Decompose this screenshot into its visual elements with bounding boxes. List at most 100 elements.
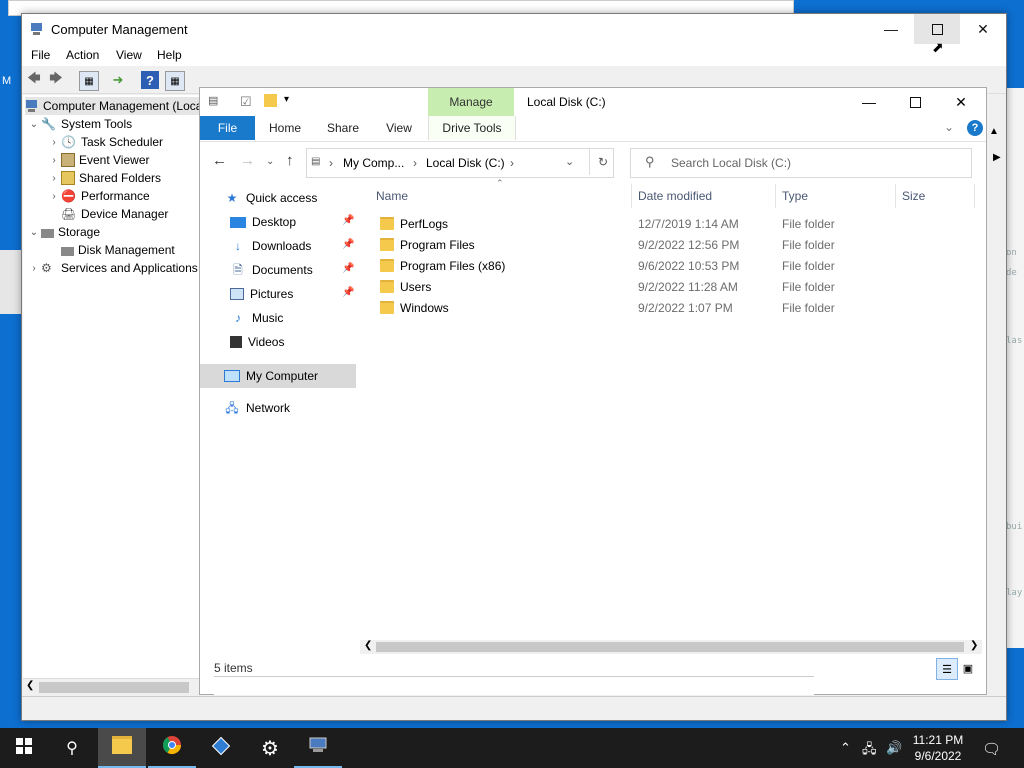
file-row[interactable]: Windows 9/2/2022 1:07 PM File folder — [372, 298, 932, 319]
column-date-modified[interactable]: Date modified — [631, 184, 775, 208]
nav-item-videos[interactable]: Videos — [230, 330, 358, 354]
title-bar[interactable]: Computer Management — ✕ — [22, 14, 1006, 44]
menu-action[interactable]: Action — [66, 48, 99, 62]
chevron-right-icon[interactable]: › — [47, 137, 61, 148]
tree-item-shared-folders[interactable]: › Shared Folders — [47, 169, 161, 187]
forward-arrow-icon[interactable]: → — [240, 152, 255, 169]
show-hide-tree-button[interactable]: ▦ — [79, 71, 99, 91]
chevron-right-icon[interactable]: › — [47, 191, 61, 202]
tree-horizontal-scrollbar[interactable]: ❮ ❯ — [23, 678, 211, 696]
export-list-button[interactable]: ➜ — [109, 71, 127, 89]
chevron-down-icon[interactable]: ⌄ — [27, 227, 41, 238]
help-icon[interactable]: ? — [967, 120, 983, 136]
chevron-up-icon[interactable]: ⌃ — [840, 740, 851, 756]
tree-item-storage[interactable]: ⌄ Storage — [27, 223, 100, 241]
pin-icon[interactable]: 📌 — [342, 287, 354, 298]
scroll-up-icon[interactable]: ▲ — [989, 126, 999, 137]
nav-item-quick-access[interactable]: ★ Quick access — [224, 186, 380, 210]
tree-item-device-manager[interactable]: 🖨 Device Manager — [61, 205, 168, 223]
action-pane-scrollbar[interactable]: ▲ ▶ — [985, 94, 1004, 694]
explorer-minimize-button[interactable]: — — [846, 88, 892, 116]
show-hide-action-pane-button[interactable]: ▦ — [165, 71, 185, 91]
volume-icon[interactable]: 🔊 — [886, 740, 902, 756]
scrollbar-thumb[interactable] — [376, 642, 964, 652]
chevron-down-icon[interactable]: ⌄ — [27, 119, 41, 130]
tree-item-performance[interactable]: › ⛔ Performance — [47, 187, 149, 205]
tab-home[interactable]: Home — [260, 116, 310, 140]
chevron-right-icon[interactable]: › — [47, 173, 61, 184]
menu-file[interactable]: File — [31, 48, 50, 62]
explorer-maximize-button[interactable] — [892, 88, 938, 116]
recent-locations-icon[interactable]: ⌄ — [266, 156, 274, 167]
column-size[interactable]: Size — [895, 184, 975, 208]
close-button[interactable]: ✕ — [960, 14, 1006, 44]
chrome-taskbar-button[interactable] — [148, 728, 196, 768]
nav-item-documents[interactable]: 🗎 Documents 📌 — [230, 258, 358, 282]
nav-item-my-computer[interactable]: My Computer — [200, 364, 356, 388]
scroll-left-icon[interactable]: ❮ — [26, 680, 34, 691]
back-button[interactable]: 🡄 — [25, 70, 43, 89]
column-name[interactable]: Name — [372, 184, 631, 208]
scroll-right-icon[interactable]: ▶ — [993, 152, 1001, 163]
expand-ribbon-icon[interactable]: ⌄ — [944, 120, 954, 134]
tree-item-computer-management[interactable]: Computer Management (Local — [25, 97, 201, 115]
settings-taskbar-button[interactable]: ⚙ — [246, 728, 294, 768]
properties-icon[interactable]: ☑ — [240, 94, 252, 110]
chevron-right-icon[interactable]: › — [27, 263, 41, 274]
tree-item-event-viewer[interactable]: › Event Viewer — [47, 151, 149, 169]
nav-item-pictures[interactable]: Pictures 📌 — [230, 282, 358, 306]
computer-management-taskbar-button[interactable] — [294, 728, 342, 768]
address-bar[interactable]: ▤ › My Comp... › Local Disk (C:) › ⌄ ↻ — [306, 148, 614, 178]
quick-access-dropdown-icon[interactable]: ▾ — [284, 94, 289, 105]
search-box[interactable]: ⚲ Search Local Disk (C:) — [630, 148, 972, 178]
pin-icon[interactable]: 📌 — [342, 263, 354, 274]
menu-help[interactable]: Help — [157, 48, 182, 62]
network-tray-icon[interactable]: 🖧 — [862, 740, 877, 762]
chevron-right-icon[interactable]: › — [47, 155, 61, 166]
explorer-close-button[interactable]: ✕ — [938, 88, 984, 116]
file-explorer-taskbar-button[interactable] — [98, 728, 146, 768]
notification-icon[interactable]: 🗨 — [982, 740, 1001, 758]
file-list-horizontal-scrollbar[interactable]: ❮ ❯ — [360, 640, 982, 654]
tree-item-system-tools[interactable]: ⌄ 🔧 System Tools — [27, 115, 132, 133]
start-button[interactable] — [0, 728, 48, 768]
address-dropdown-icon[interactable]: ⌄ — [565, 155, 574, 168]
search-button[interactable]: ⚲ — [48, 728, 96, 768]
clock[interactable]: 11:21 PM 9/6/2022 — [902, 732, 974, 764]
tab-file[interactable]: File — [200, 116, 255, 140]
refresh-icon[interactable]: ↻ — [589, 149, 608, 175]
up-arrow-icon[interactable]: ↑ — [286, 152, 294, 169]
explorer-title-bar[interactable]: ▤ ☑ ▾ Manage Local Disk (C:) — ✕ — [200, 88, 986, 116]
minimize-button[interactable]: — — [868, 14, 914, 44]
nav-item-network[interactable]: 🖧 Network — [224, 396, 380, 420]
file-row[interactable]: PerfLogs 12/7/2019 1:14 AM File folder — [372, 214, 932, 235]
help-button[interactable]: ? — [141, 71, 159, 89]
breadcrumb-my-computer[interactable]: My Comp... — [343, 156, 404, 170]
scroll-left-icon[interactable]: ❮ — [364, 640, 372, 651]
file-row[interactable]: Program Files (x86) 9/6/2022 10:53 PM Fi… — [372, 256, 932, 277]
details-view-button[interactable]: ☰ — [936, 658, 958, 680]
tree-item-disk-management[interactable]: Disk Management — [61, 241, 175, 259]
column-type[interactable]: Type — [775, 184, 895, 208]
tree-item-services-and-applications[interactable]: › ⚙ Services and Applications — [27, 259, 197, 277]
manage-context-tab[interactable]: Manage — [428, 88, 514, 116]
large-icons-view-button[interactable]: ▣ — [958, 658, 978, 678]
nav-item-downloads[interactable]: ↓ Downloads 📌 — [230, 234, 358, 258]
nav-item-desktop[interactable]: Desktop 📌 — [230, 210, 358, 234]
file-row[interactable]: Users 9/2/2022 11:28 AM File folder — [372, 277, 932, 298]
file-row[interactable]: Program Files 9/2/2022 12:56 PM File fol… — [372, 235, 932, 256]
breadcrumb-local-disk[interactable]: Local Disk (C:) — [426, 156, 505, 170]
new-folder-icon[interactable] — [264, 94, 277, 110]
nav-item-music[interactable]: ♪ Music — [230, 306, 358, 330]
pin-icon[interactable]: 📌 — [342, 239, 354, 250]
pin-icon[interactable]: 📌 — [342, 215, 354, 226]
tab-share[interactable]: Share — [318, 116, 368, 140]
scroll-right-icon[interactable]: ❯ — [970, 640, 978, 651]
scrollbar-thumb[interactable] — [39, 682, 189, 693]
tree-item-task-scheduler[interactable]: › 🕓 Task Scheduler — [47, 133, 163, 151]
back-arrow-icon[interactable]: ← — [212, 152, 227, 169]
app-taskbar-button[interactable] — [197, 728, 245, 768]
menu-view[interactable]: View — [116, 48, 142, 62]
forward-button[interactable]: 🡆 — [47, 70, 65, 89]
tab-view[interactable]: View — [375, 116, 423, 140]
